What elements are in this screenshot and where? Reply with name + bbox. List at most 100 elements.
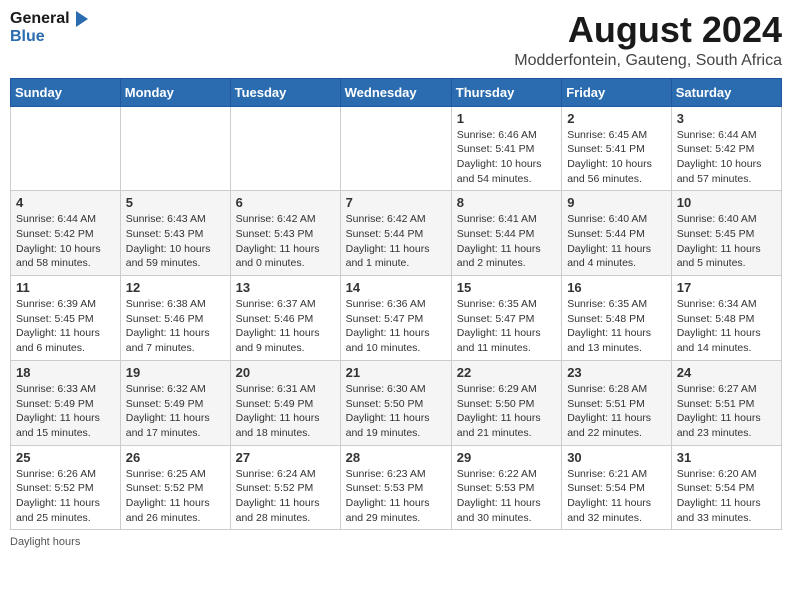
calendar-day-header: Thursday (451, 78, 561, 106)
page-header: General Blue August 2024 Modderfontein, … (10, 10, 782, 70)
day-number: 1 (457, 111, 556, 126)
title-block: August 2024 Modderfontein, Gauteng, Sout… (514, 10, 782, 70)
day-number: 9 (567, 195, 666, 210)
day-info: Sunrise: 6:20 AMSunset: 5:54 PMDaylight:… (677, 467, 776, 526)
calendar-cell: 19Sunrise: 6:32 AMSunset: 5:49 PMDayligh… (120, 360, 230, 445)
calendar-day-header: Saturday (671, 78, 781, 106)
day-number: 10 (677, 195, 776, 210)
calendar-cell: 13Sunrise: 6:37 AMSunset: 5:46 PMDayligh… (230, 276, 340, 361)
day-info: Sunrise: 6:42 AMSunset: 5:44 PMDaylight:… (346, 212, 446, 271)
day-number: 24 (677, 365, 776, 380)
calendar-week-row: 11Sunrise: 6:39 AMSunset: 5:45 PMDayligh… (11, 276, 782, 361)
calendar-cell: 10Sunrise: 6:40 AMSunset: 5:45 PMDayligh… (671, 191, 781, 276)
day-number: 15 (457, 280, 556, 295)
day-info: Sunrise: 6:23 AMSunset: 5:53 PMDaylight:… (346, 467, 446, 526)
day-info: Sunrise: 6:41 AMSunset: 5:44 PMDaylight:… (457, 212, 556, 271)
calendar-cell: 30 Sunrise: 6:21 AMSunset: 5:54 PMDayligh… (562, 445, 672, 530)
calendar-cell: 25 Sunrise: 6:26 AMSunset: 5:52 PMDayligh… (11, 445, 121, 530)
calendar-cell: 21 Sunrise: 6:30 AMSunset: 5:50 PMDayligh… (340, 360, 451, 445)
daylight-label: Daylight hours (10, 536, 80, 548)
footer: Daylight hours (10, 536, 782, 548)
day-number: 20 (236, 365, 335, 380)
day-info: Sunrise: 6:26 AMSunset: 5:52 PMDaylight:… (16, 467, 115, 526)
day-info: Sunrise: 6:44 AMSunset: 5:42 PMDaylight:… (677, 128, 776, 187)
day-info: Sunrise: 6:21 AMSunset: 5:54 PMDaylight:… (567, 467, 666, 526)
calendar-cell: 1 Sunrise: 6:46 AMSunset: 5:41 PMDaylight… (451, 106, 561, 191)
calendar-cell: 26Sunrise: 6:25 AMSunset: 5:52 PMDayligh… (120, 445, 230, 530)
day-number: 25 (16, 450, 115, 465)
calendar-cell (11, 106, 121, 191)
calendar-cell: 8 Sunrise: 6:41 AMSunset: 5:44 PMDaylight… (451, 191, 561, 276)
calendar-cell: 28 Sunrise: 6:23 AMSunset: 5:53 PMDayligh… (340, 445, 451, 530)
day-number: 21 (346, 365, 446, 380)
day-info: Sunrise: 6:28 AMSunset: 5:51 PMDaylight:… (567, 382, 666, 441)
calendar-day-header: Monday (120, 78, 230, 106)
calendar-cell: 16 Sunrise: 6:35 AMSunset: 5:48 PMDayligh… (562, 276, 672, 361)
calendar-cell: 22 Sunrise: 6:29 AMSunset: 5:50 PMDayligh… (451, 360, 561, 445)
logo-text: General Blue (10, 10, 88, 45)
calendar-cell: 17 Sunrise: 6:34 AMSunset: 5:48 PMDayligh… (671, 276, 781, 361)
day-info: Sunrise: 6:40 AMSunset: 5:44 PMDaylight:… (567, 212, 666, 271)
day-info: Sunrise: 6:46 AMSunset: 5:41 PMDaylight:… (457, 128, 556, 187)
day-info: Sunrise: 6:43 AMSunset: 5:43 PMDaylight:… (126, 212, 225, 271)
day-number: 28 (346, 450, 446, 465)
calendar-day-header: Sunday (11, 78, 121, 106)
calendar-cell: 3 Sunrise: 6:44 AMSunset: 5:42 PMDaylight… (671, 106, 781, 191)
calendar-cell: 27Sunrise: 6:24 AMSunset: 5:52 PMDayligh… (230, 445, 340, 530)
calendar-cell: 5 Sunrise: 6:43 AMSunset: 5:43 PMDaylight… (120, 191, 230, 276)
day-info: Sunrise: 6:34 AMSunset: 5:48 PMDaylight:… (677, 297, 776, 356)
day-number: 6 (236, 195, 335, 210)
day-info: Sunrise: 6:29 AMSunset: 5:50 PMDaylight:… (457, 382, 556, 441)
calendar-cell: 7 Sunrise: 6:42 AMSunset: 5:44 PMDaylight… (340, 191, 451, 276)
day-number: 19 (126, 365, 225, 380)
day-info: Sunrise: 6:27 AMSunset: 5:51 PMDaylight:… (677, 382, 776, 441)
day-info: Sunrise: 6:45 AMSunset: 5:41 PMDaylight:… (567, 128, 666, 187)
day-info: Sunrise: 6:33 AMSunset: 5:49 PMDaylight:… (16, 382, 115, 441)
calendar-cell: 29 Sunrise: 6:22 AMSunset: 5:53 PMDayligh… (451, 445, 561, 530)
day-info: Sunrise: 6:44 AMSunset: 5:42 PMDaylight:… (16, 212, 115, 271)
calendar-cell: 14 Sunrise: 6:36 AMSunset: 5:47 PMDayligh… (340, 276, 451, 361)
calendar-week-row: 1 Sunrise: 6:46 AMSunset: 5:41 PMDaylight… (11, 106, 782, 191)
day-info: Sunrise: 6:25 AMSunset: 5:52 PMDaylight:… (126, 467, 225, 526)
day-info: Sunrise: 6:35 AMSunset: 5:48 PMDaylight:… (567, 297, 666, 356)
day-info: Sunrise: 6:36 AMSunset: 5:47 PMDaylight:… (346, 297, 446, 356)
day-info: Sunrise: 6:39 AMSunset: 5:45 PMDaylight:… (16, 297, 115, 356)
day-number: 18 (16, 365, 115, 380)
calendar-cell: 20 Sunrise: 6:31 AMSunset: 5:49 PMDayligh… (230, 360, 340, 445)
day-info: Sunrise: 6:22 AMSunset: 5:53 PMDaylight:… (457, 467, 556, 526)
day-number: 30 (567, 450, 666, 465)
day-info: Sunrise: 6:42 AMSunset: 5:43 PMDaylight:… (236, 212, 335, 271)
day-number: 3 (677, 111, 776, 126)
calendar-cell: 31Sunrise: 6:20 AMSunset: 5:54 PMDayligh… (671, 445, 781, 530)
day-number: 16 (567, 280, 666, 295)
calendar-day-header: Tuesday (230, 78, 340, 106)
calendar-cell: 2Sunrise: 6:45 AMSunset: 5:41 PMDaylight… (562, 106, 672, 191)
calendar-week-row: 25 Sunrise: 6:26 AMSunset: 5:52 PMDayligh… (11, 445, 782, 530)
calendar-day-header: Wednesday (340, 78, 451, 106)
day-number: 4 (16, 195, 115, 210)
day-number: 27 (236, 450, 335, 465)
calendar-cell: 15 Sunrise: 6:35 AMSunset: 5:47 PMDayligh… (451, 276, 561, 361)
day-number: 7 (346, 195, 446, 210)
day-info: Sunrise: 6:38 AMSunset: 5:46 PMDaylight:… (126, 297, 225, 356)
calendar-cell: 6 Sunrise: 6:42 AMSunset: 5:43 PMDaylight… (230, 191, 340, 276)
month-title: August 2024 (514, 10, 782, 50)
day-number: 22 (457, 365, 556, 380)
day-info: Sunrise: 6:31 AMSunset: 5:49 PMDaylight:… (236, 382, 335, 441)
calendar-cell: 24 Sunrise: 6:27 AMSunset: 5:51 PMDayligh… (671, 360, 781, 445)
day-number: 29 (457, 450, 556, 465)
calendar-cell: 11Sunrise: 6:39 AMSunset: 5:45 PMDayligh… (11, 276, 121, 361)
logo: General Blue (10, 10, 88, 45)
day-number: 17 (677, 280, 776, 295)
calendar-week-row: 4 Sunrise: 6:44 AMSunset: 5:42 PMDaylight… (11, 191, 782, 276)
calendar-header-row: SundayMondayTuesdayWednesdayThursdayFrid… (11, 78, 782, 106)
day-number: 8 (457, 195, 556, 210)
calendar-cell (340, 106, 451, 191)
calendar-week-row: 18 Sunrise: 6:33 AMSunset: 5:49 PMDayligh… (11, 360, 782, 445)
day-info: Sunrise: 6:30 AMSunset: 5:50 PMDaylight:… (346, 382, 446, 441)
calendar-cell: 4 Sunrise: 6:44 AMSunset: 5:42 PMDaylight… (11, 191, 121, 276)
day-number: 5 (126, 195, 225, 210)
day-number: 14 (346, 280, 446, 295)
day-info: Sunrise: 6:35 AMSunset: 5:47 PMDaylight:… (457, 297, 556, 356)
day-number: 23 (567, 365, 666, 380)
